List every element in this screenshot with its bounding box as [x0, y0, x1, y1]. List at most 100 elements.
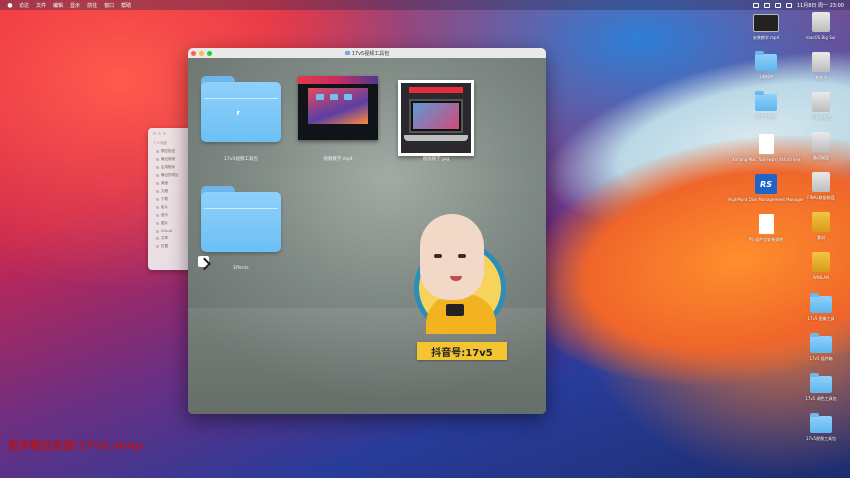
sidebar-item-recent-items[interactable]: 最近的项目	[156, 173, 188, 178]
menu-item-window[interactable]: 窗口	[104, 2, 114, 9]
sidebar-item-downloads[interactable]: 下载	[156, 197, 188, 202]
sidebar-item-applications[interactable]: 应用程序	[156, 165, 188, 170]
image-file-thumbnail[interactable]	[398, 80, 474, 156]
battery-icon[interactable]	[774, 2, 781, 8]
cloud-icon	[156, 229, 159, 233]
menubar-clock[interactable]: 11月8日 周一 23:00	[797, 2, 844, 9]
list-icon	[156, 174, 159, 177]
desktop-icon-final-disk[interactable]: FINAL数据磁盘	[798, 172, 844, 210]
desktop: ● 访达 文件 编辑 显示 前往 窗口 帮助 11月8日 周一 23:00 个人…	[0, 0, 850, 478]
window-titlebar[interactable]: 17v5视频工具包	[188, 48, 546, 58]
minimize-button[interactable]	[158, 132, 161, 135]
mascot-eye	[434, 254, 442, 258]
menu-item-help[interactable]: 帮助	[121, 2, 131, 9]
apple-menu-icon[interactable]: ●	[6, 1, 14, 9]
status-icon[interactable]	[752, 2, 759, 8]
folder-icon	[344, 51, 350, 55]
sidebar-item-documents[interactable]: 文稿	[156, 189, 188, 194]
folder-17v5-toolkit-label: 17v5视频工具包	[224, 157, 258, 162]
sidebar-item-music[interactable]: 音乐	[156, 213, 188, 218]
shared-icon	[156, 237, 159, 240]
desktop-icon-third-party-plugins[interactable]: 第三方插件	[743, 91, 789, 132]
apps-icon	[156, 166, 159, 169]
desktop-icon-17v5-plugin-box[interactable]: 17v5 插件箱	[798, 333, 844, 374]
disk-icon	[812, 172, 830, 192]
desktop-icon-compressed-plugins[interactable]: 压缩插件	[743, 51, 789, 92]
sidebar-item-icloud[interactable]: iCloud	[156, 229, 188, 233]
finder-sidebar-window: 个人收藏 隔空投送 最近使用 应用程序 最近的项目 桌面 文稿 下载 影片 音乐…	[148, 128, 188, 270]
sidebar-section-favorites: 个人收藏	[153, 141, 167, 145]
menu-bar: ● 访达 文件 编辑 显示 前往 窗口 帮助 11月8日 周一 23:00	[0, 0, 850, 10]
clock-icon	[156, 158, 159, 161]
music-icon	[156, 214, 159, 217]
desktop-icon-install-video[interactable]: 安装教学.mp4	[743, 14, 789, 52]
disk-icon	[812, 92, 830, 112]
folder-effects[interactable]	[201, 186, 281, 252]
menu-item-go[interactable]: 前往	[87, 2, 97, 9]
sidebar-item-shared[interactable]: 共享	[156, 236, 188, 241]
sidebar-item-desktop[interactable]: 桌面	[156, 181, 188, 186]
document-icon	[156, 190, 159, 193]
folder-icon	[810, 413, 832, 433]
external-disk-icon	[812, 252, 830, 272]
camera-icon	[446, 304, 464, 316]
desktop-icon-highpoint[interactable]: RS HighPoint Disk Management Manager	[728, 174, 804, 212]
airdrop-icon	[156, 150, 159, 153]
menu-item-finder[interactable]: 访达	[19, 2, 29, 9]
video-icon	[753, 14, 779, 32]
zoom-button[interactable]	[163, 132, 166, 135]
menu-item-view[interactable]: 显示	[70, 2, 80, 9]
highpoint-app-icon: RS	[755, 174, 777, 194]
picture-icon	[156, 222, 159, 225]
menu-item-file[interactable]: 文件	[36, 2, 46, 9]
menu-item-edit[interactable]: 编辑	[53, 2, 63, 9]
sidebar-item-pictures[interactable]: 图片	[156, 221, 188, 226]
sidebar-item-locations[interactable]: 位置	[156, 244, 188, 249]
desktop-icon-winlan[interactable]: WINLAN	[798, 252, 844, 290]
mascot-eye	[458, 254, 466, 258]
external-disk-icon	[812, 212, 830, 232]
video-file-label: 视频教学.mp4	[323, 157, 353, 162]
folder-icon	[755, 51, 777, 71]
desktop-icon-materials[interactable]: 素材	[798, 212, 844, 250]
disk-image-window: 17v5视频工具包 17v5视频工具包 视频教学.mp4 视频教学.jpg Ef…	[188, 48, 546, 414]
douyin-id-badge: 抖音号:17v5	[417, 342, 507, 360]
document-icon	[758, 134, 774, 154]
download-icon	[156, 198, 159, 201]
search-icon[interactable]	[785, 2, 792, 8]
disk-icon	[812, 52, 830, 72]
desktop-icon-backup-disk[interactable]: 备用磁盘	[798, 132, 844, 170]
film-icon	[156, 206, 159, 209]
mascot-avatar	[420, 214, 484, 300]
disk-icon	[812, 12, 830, 32]
desktop-icon-downloads-disk[interactable]: 下载的东西	[798, 92, 844, 130]
desktop-icon	[156, 182, 159, 185]
image-file-label: 视频教学.jpg	[422, 157, 450, 162]
location-icon	[156, 245, 159, 248]
desktop-icon-17v5-video-toolkit[interactable]: 17v5视频工具包	[798, 413, 844, 454]
sidebar-item-airdrop[interactable]: 隔空投送	[156, 149, 188, 154]
folder-icon	[755, 91, 777, 111]
sidebar-item-movies[interactable]: 影片	[156, 205, 188, 210]
desktop-icon-macos-big-sur[interactable]: macOS Big Sur	[798, 12, 844, 50]
mouse-cursor-icon	[237, 111, 240, 116]
folder-icon	[810, 293, 832, 313]
desktop-icon-system-a[interactable]: 系统 A	[798, 52, 844, 90]
folder-icon	[810, 373, 832, 393]
close-button[interactable]	[153, 132, 156, 135]
video-file-thumbnail[interactable]	[298, 76, 378, 140]
desktop-icon-mac-tool[interactable]: Xinfang Mac Tool (wps) 4t4 s0 key	[732, 134, 800, 172]
sidebar-item-recents[interactable]: 最近使用	[156, 157, 188, 162]
folder-icon	[810, 333, 832, 353]
folder-effects-label: Effects	[233, 266, 249, 271]
desktop-icon-17v5-color-toolkit[interactable]: 17v5 调色工具包	[798, 373, 844, 414]
desktop-icon-17v5-image-tool[interactable]: 17v5 图像工具	[798, 293, 844, 334]
wifi-icon[interactable]	[763, 2, 770, 8]
document-icon	[758, 214, 774, 234]
window-content: 17v5视频工具包 视频教学.mp4 视频教学.jpg Effects 抖音号:…	[188, 58, 546, 414]
watermark-text: 更多精品资源:17v5.shop	[8, 439, 143, 452]
disk-icon	[812, 132, 830, 152]
folder-17v5-toolkit[interactable]	[201, 76, 281, 142]
desktop-icon-ps-plugins-readme[interactable]: PS 插件包安装说明	[743, 214, 789, 252]
window-title: 17v5视频工具包	[188, 50, 546, 57]
